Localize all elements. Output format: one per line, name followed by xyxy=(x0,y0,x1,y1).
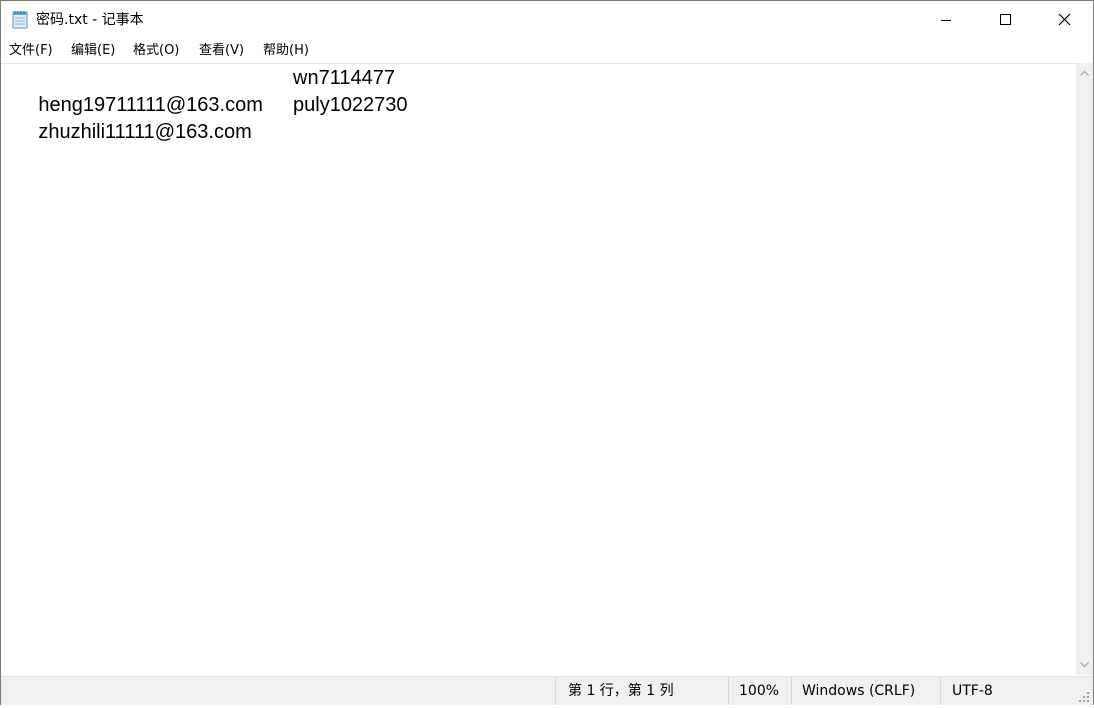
text-editor[interactable]: heng19711111@163.com wn7114477 zhuzhili1… xyxy=(1,63,1076,676)
window-title: 密码.txt - 记事本 xyxy=(36,12,144,28)
vertical-scrollbar[interactable] xyxy=(1076,63,1093,675)
resize-grip-icon[interactable] xyxy=(1077,689,1091,703)
status-bar: 第 1 行，第 1 列 100% Windows (CRLF) UTF-8 xyxy=(1,676,1093,705)
text-line[interactable]: zhuzhili11111@163.com puly1022730 xyxy=(5,92,407,143)
menu-file[interactable]: 文件(F) xyxy=(8,42,54,60)
minimize-button[interactable] xyxy=(917,1,975,39)
menu-help[interactable]: 帮助(H) xyxy=(262,42,310,60)
title-bar[interactable]: 密码.txt - 记事本 xyxy=(1,1,1093,39)
menu-edit[interactable]: 编辑(E) xyxy=(70,42,116,60)
menu-view[interactable]: 查看(V) xyxy=(198,42,245,60)
status-line-ending: Windows (CRLF) xyxy=(791,677,940,705)
text-line[interactable]: heng19711111@163.com wn7114477 xyxy=(5,65,395,116)
menu-bar: 文件(F) 编辑(E) 格式(O) 查看(V) 帮助(H) xyxy=(1,39,1093,63)
status-cursor-position: 第 1 行，第 1 列 xyxy=(555,677,728,705)
maximize-icon xyxy=(1000,14,1011,25)
cursor-position-text: 第 1 行，第 1 列 xyxy=(568,683,674,699)
notepad-icon xyxy=(12,10,28,29)
line-text-password: wn7114477 xyxy=(293,67,395,89)
encoding-text: UTF-8 xyxy=(952,683,993,699)
line-text-password: puly1022730 xyxy=(293,94,408,116)
notepad-window: 密码.txt - 记事本 文件(F) 编辑(E) 格式(O) 查看(V) 帮助(… xyxy=(0,0,1094,705)
scroll-down-icon[interactable] xyxy=(1076,656,1093,673)
minimize-icon xyxy=(941,20,951,21)
menu-format[interactable]: 格式(O) xyxy=(132,42,180,60)
zoom-text: 100% xyxy=(739,683,780,699)
close-icon xyxy=(1058,13,1071,26)
line-text-email: zhuzhili11111@163.com xyxy=(38,121,252,143)
status-encoding: UTF-8 xyxy=(940,677,1077,705)
maximize-button[interactable] xyxy=(976,1,1034,39)
scroll-up-icon[interactable] xyxy=(1076,65,1093,82)
close-button[interactable] xyxy=(1035,1,1093,39)
status-zoom: 100% xyxy=(728,677,791,705)
line-ending-text: Windows (CRLF) xyxy=(802,683,916,699)
